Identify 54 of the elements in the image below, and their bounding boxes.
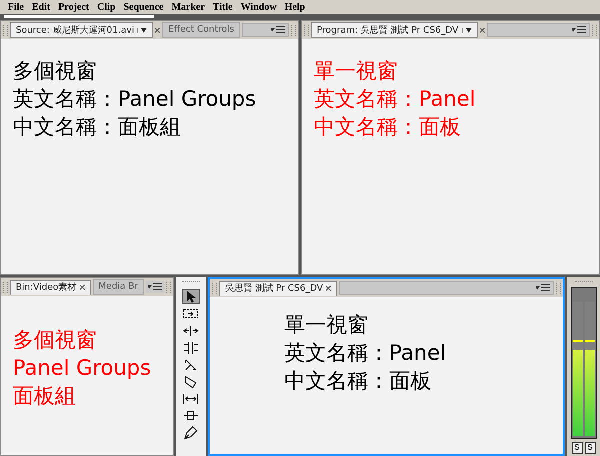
annotation-text: Panel Groups bbox=[13, 355, 152, 382]
annotation-text: 中文名稱：面板 bbox=[284, 368, 432, 395]
annotation-text: 英文名稱：Panel Groups bbox=[13, 86, 258, 113]
menu-item[interactable]: Clip bbox=[97, 2, 116, 12]
annotation-text: 多個視窗 bbox=[13, 327, 98, 354]
panel-menu-icon[interactable] bbox=[572, 26, 586, 34]
annotation-text: 英文名稱：Panel bbox=[284, 340, 448, 367]
rolling-tool-icon[interactable] bbox=[182, 340, 200, 355]
slip-tool-icon[interactable] bbox=[182, 391, 200, 406]
panel-tab[interactable]: 吳思賢 測試 Pr CS6_DV bbox=[219, 280, 338, 296]
menu-item[interactable]: Title bbox=[213, 2, 233, 12]
menu-item[interactable]: Sequence bbox=[124, 2, 164, 12]
grip-icon[interactable] bbox=[212, 282, 218, 294]
grip-icon[interactable] bbox=[166, 282, 172, 292]
select-tool-icon[interactable] bbox=[182, 289, 200, 304]
peak-marker bbox=[584, 340, 595, 342]
grip-icon[interactable] bbox=[592, 24, 597, 36]
panel-menu-icon[interactable] bbox=[146, 281, 164, 293]
menu-item[interactable]: Help bbox=[284, 2, 306, 12]
menu-item[interactable]: File bbox=[8, 2, 24, 12]
dropdown-icon[interactable] bbox=[137, 28, 148, 32]
solo-button[interactable]: S bbox=[572, 442, 583, 454]
grip-icon[interactable] bbox=[3, 282, 8, 292]
close-icon[interactable] bbox=[326, 286, 332, 291]
panel-menu-icon[interactable] bbox=[271, 26, 285, 34]
close-icon[interactable] bbox=[80, 285, 85, 290]
grip-icon[interactable] bbox=[291, 24, 296, 36]
close-icon[interactable] bbox=[155, 28, 160, 32]
grip-icon[interactable] bbox=[556, 282, 562, 294]
annotation-text: 面板組 bbox=[13, 383, 77, 410]
annotation-text: 中文名稱：面板組 bbox=[13, 114, 182, 141]
panel-tab[interactable]: Effect Controls bbox=[162, 22, 240, 38]
panel-tab[interactable]: Source: 威尼斯大運河01.avi bbox=[10, 22, 154, 38]
panel-tab[interactable]: Program: 吳思賢 測試 Pr CS6_DV bbox=[311, 22, 478, 38]
annotation-text: 多個視窗 bbox=[13, 58, 98, 85]
peak-marker bbox=[572, 340, 583, 342]
menu-item[interactable]: Project bbox=[58, 2, 90, 12]
annotation-text: 中文名稱：面板 bbox=[314, 114, 462, 141]
menu-item[interactable]: Window bbox=[240, 2, 277, 12]
annotation-text: 英文名稱：Panel bbox=[314, 86, 477, 113]
annotation-text: 單一視窗 bbox=[314, 58, 399, 85]
dropdown-icon[interactable] bbox=[462, 28, 472, 32]
pen-tool-icon[interactable] bbox=[182, 425, 200, 440]
annotation-text: 單一視窗 bbox=[284, 312, 370, 339]
panel-menu-icon[interactable] bbox=[536, 284, 550, 292]
menu-item[interactable]: Marker bbox=[172, 2, 206, 12]
panel-tab[interactable]: Media Br bbox=[92, 279, 144, 295]
solo-button[interactable]: S bbox=[584, 442, 596, 454]
ripple-tool-icon[interactable] bbox=[182, 323, 200, 338]
close-icon[interactable] bbox=[480, 28, 485, 32]
grip-icon[interactable] bbox=[3, 24, 8, 36]
panel-tab[interactable]: Bin:Video素材 bbox=[10, 280, 91, 294]
grip-icon[interactable] bbox=[304, 24, 309, 36]
menu-item[interactable]: Edit bbox=[32, 2, 50, 12]
